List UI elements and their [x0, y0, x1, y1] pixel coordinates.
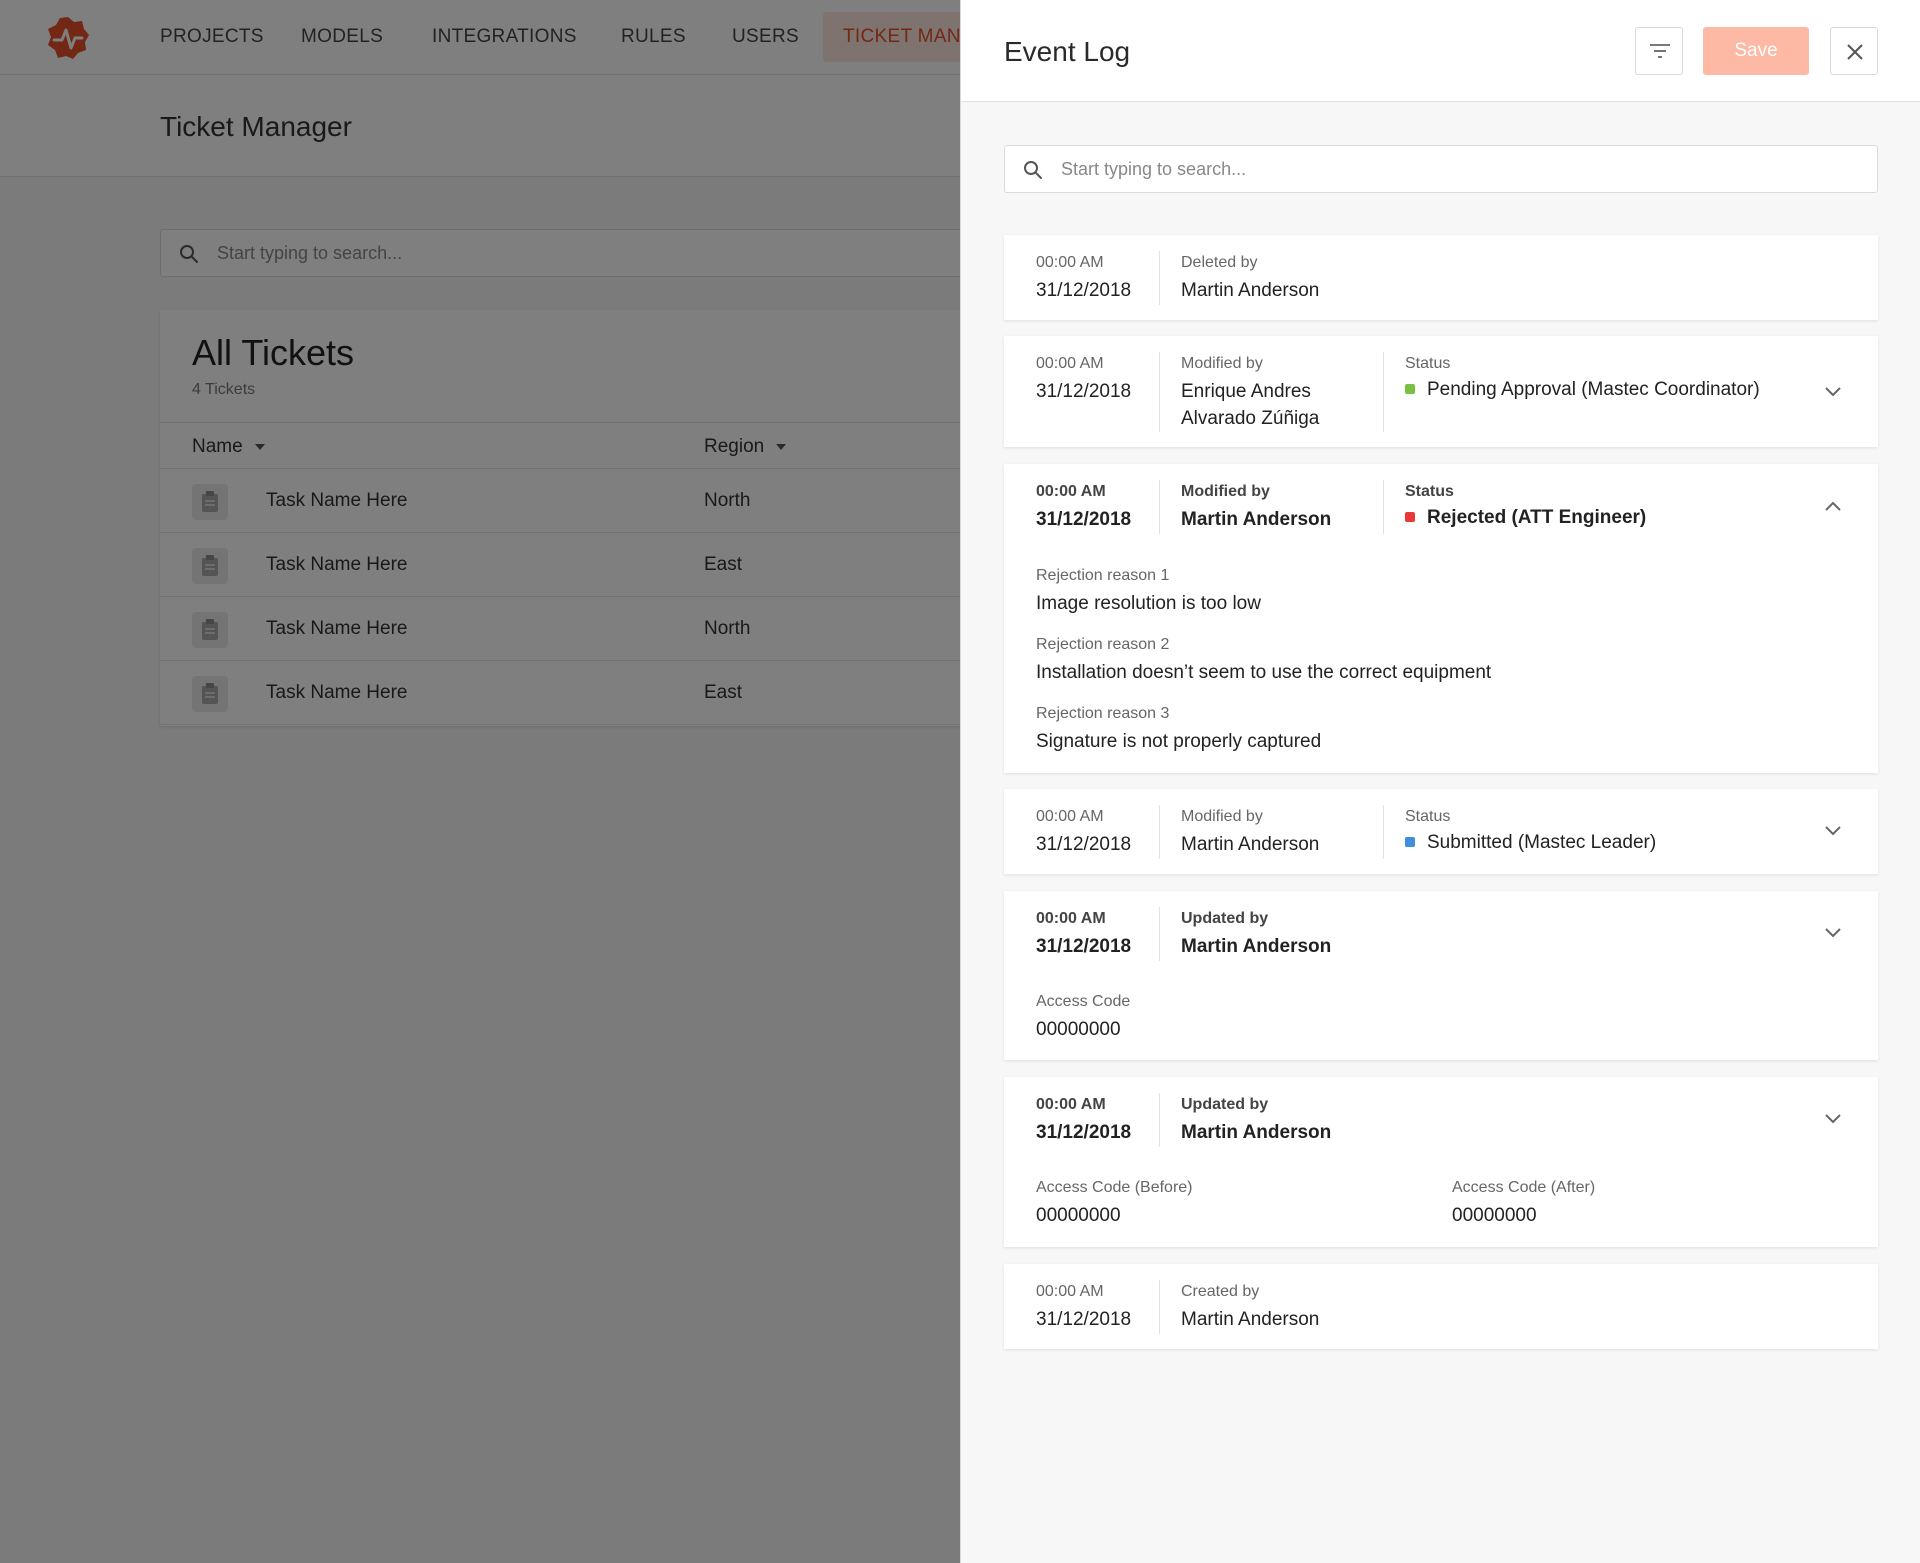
- status-label: Status: [1405, 355, 1451, 372]
- event-user: Martin Anderson: [1181, 280, 1320, 301]
- rejection-reason-label: Rejection reason 1: [1036, 567, 1170, 584]
- rejection-reason-value: Image resolution is too low: [1036, 593, 1261, 614]
- panel-header: Event Log Save: [961, 0, 1920, 102]
- event-card-updated-before-after[interactable]: 00:00 AM 31/12/2018 Updated by Martin An…: [1004, 1077, 1878, 1247]
- access-code-before-label: Access Code (Before): [1036, 1179, 1193, 1196]
- status-label: Status: [1405, 483, 1454, 500]
- event-action: Updated by: [1181, 1096, 1269, 1113]
- chevron-down-icon[interactable]: [1822, 380, 1844, 402]
- event-time: 00:00 AM: [1036, 808, 1104, 825]
- rejection-reason-value: Signature is not properly captured: [1036, 731, 1322, 752]
- status-value: Rejected (ATT Engineer): [1427, 507, 1647, 528]
- event-user: Martin Anderson: [1181, 834, 1320, 855]
- event-card-created: 00:00 AM 31/12/2018 Created by Martin An…: [1004, 1264, 1878, 1349]
- event-date: 31/12/2018: [1036, 280, 1132, 301]
- event-user: Martin Anderson: [1181, 1309, 1320, 1330]
- event-time: 00:00 AM: [1036, 254, 1104, 271]
- status-dot-red: [1405, 512, 1415, 522]
- filter-button[interactable]: [1635, 27, 1683, 75]
- event-time: 00:00 AM: [1036, 355, 1104, 372]
- event-time: 00:00 AM: [1036, 483, 1106, 500]
- event-date: 31/12/2018: [1036, 1122, 1132, 1143]
- event-date: 31/12/2018: [1036, 834, 1132, 855]
- divider: [1159, 1093, 1160, 1147]
- status-dot-blue: [1405, 837, 1415, 847]
- event-user: Martin Anderson: [1181, 509, 1332, 530]
- rejection-reason-value: Installation doesn’t seem to use the cor…: [1036, 662, 1492, 683]
- divider: [1159, 907, 1160, 961]
- divider: [1159, 805, 1160, 859]
- status-value: Submitted (Mastec Leader): [1427, 832, 1657, 853]
- event-date: 31/12/2018: [1036, 509, 1132, 530]
- event-action: Created by: [1181, 1283, 1260, 1300]
- divider: [1383, 352, 1384, 432]
- close-icon: [1847, 44, 1863, 60]
- panel-title: Event Log: [1004, 36, 1131, 67]
- divider: [1383, 480, 1384, 534]
- divider: [1159, 251, 1160, 305]
- event-date: 31/12/2018: [1036, 381, 1132, 402]
- event-card-deleted: 00:00 AM 31/12/2018 Deleted by Martin An…: [1004, 235, 1878, 320]
- event-search-box: [1004, 145, 1878, 193]
- close-button[interactable]: [1830, 27, 1878, 75]
- chevron-up-icon[interactable]: [1822, 496, 1844, 518]
- event-action: Deleted by: [1181, 254, 1258, 271]
- event-card-submitted[interactable]: 00:00 AM 31/12/2018 Modified by Martin A…: [1004, 789, 1878, 874]
- event-card-updated-access-code[interactable]: 00:00 AM 31/12/2018 Updated by Martin An…: [1004, 891, 1878, 1060]
- status-label: Status: [1405, 808, 1451, 825]
- chevron-down-icon[interactable]: [1822, 819, 1844, 841]
- event-action: Modified by: [1181, 483, 1270, 500]
- event-action: Modified by: [1181, 808, 1263, 825]
- event-log-panel: Event Log Save 00:00 AM 31/12/2018 Delet: [960, 0, 1920, 1563]
- event-search-input[interactable]: [1061, 146, 1861, 192]
- rejection-reason-label: Rejection reason 3: [1036, 705, 1170, 722]
- status-dot-green: [1405, 384, 1415, 394]
- divider: [1159, 480, 1160, 534]
- access-code-after-label: Access Code (After): [1452, 1179, 1596, 1196]
- divider: [1159, 352, 1160, 432]
- access-code-after-value: 00000000: [1452, 1205, 1537, 1226]
- filter-icon: [1650, 44, 1670, 58]
- status-value: Pending Approval (Mastec Coordinator): [1427, 379, 1760, 400]
- event-time: 00:00 AM: [1036, 910, 1106, 927]
- event-user-line2: Alvarado Zúñiga: [1181, 408, 1320, 429]
- event-user: Martin Anderson: [1181, 936, 1332, 957]
- event-action: Updated by: [1181, 910, 1269, 927]
- event-card-rejected[interactable]: 00:00 AM 31/12/2018 Modified by Martin A…: [1004, 464, 1878, 773]
- access-code-value: 00000000: [1036, 1019, 1121, 1040]
- access-code-label: Access Code: [1036, 993, 1131, 1010]
- event-date: 31/12/2018: [1036, 1309, 1132, 1330]
- rejection-reason-label: Rejection reason 2: [1036, 636, 1170, 653]
- event-date: 31/12/2018: [1036, 936, 1132, 957]
- search-icon: [1024, 161, 1042, 179]
- save-button[interactable]: Save: [1703, 27, 1809, 75]
- event-user-line1: Enrique Andres: [1181, 381, 1311, 402]
- event-action: Modified by: [1181, 355, 1263, 372]
- event-card-modified[interactable]: 00:00 AM 31/12/2018 Modified by Enrique …: [1004, 336, 1878, 447]
- event-user: Martin Anderson: [1181, 1122, 1332, 1143]
- event-time: 00:00 AM: [1036, 1096, 1106, 1113]
- chevron-down-icon[interactable]: [1822, 1107, 1844, 1129]
- chevron-down-icon[interactable]: [1822, 921, 1844, 943]
- access-code-before-value: 00000000: [1036, 1205, 1121, 1226]
- divider: [1159, 1280, 1160, 1334]
- divider: [1383, 805, 1384, 859]
- event-time: 00:00 AM: [1036, 1283, 1104, 1300]
